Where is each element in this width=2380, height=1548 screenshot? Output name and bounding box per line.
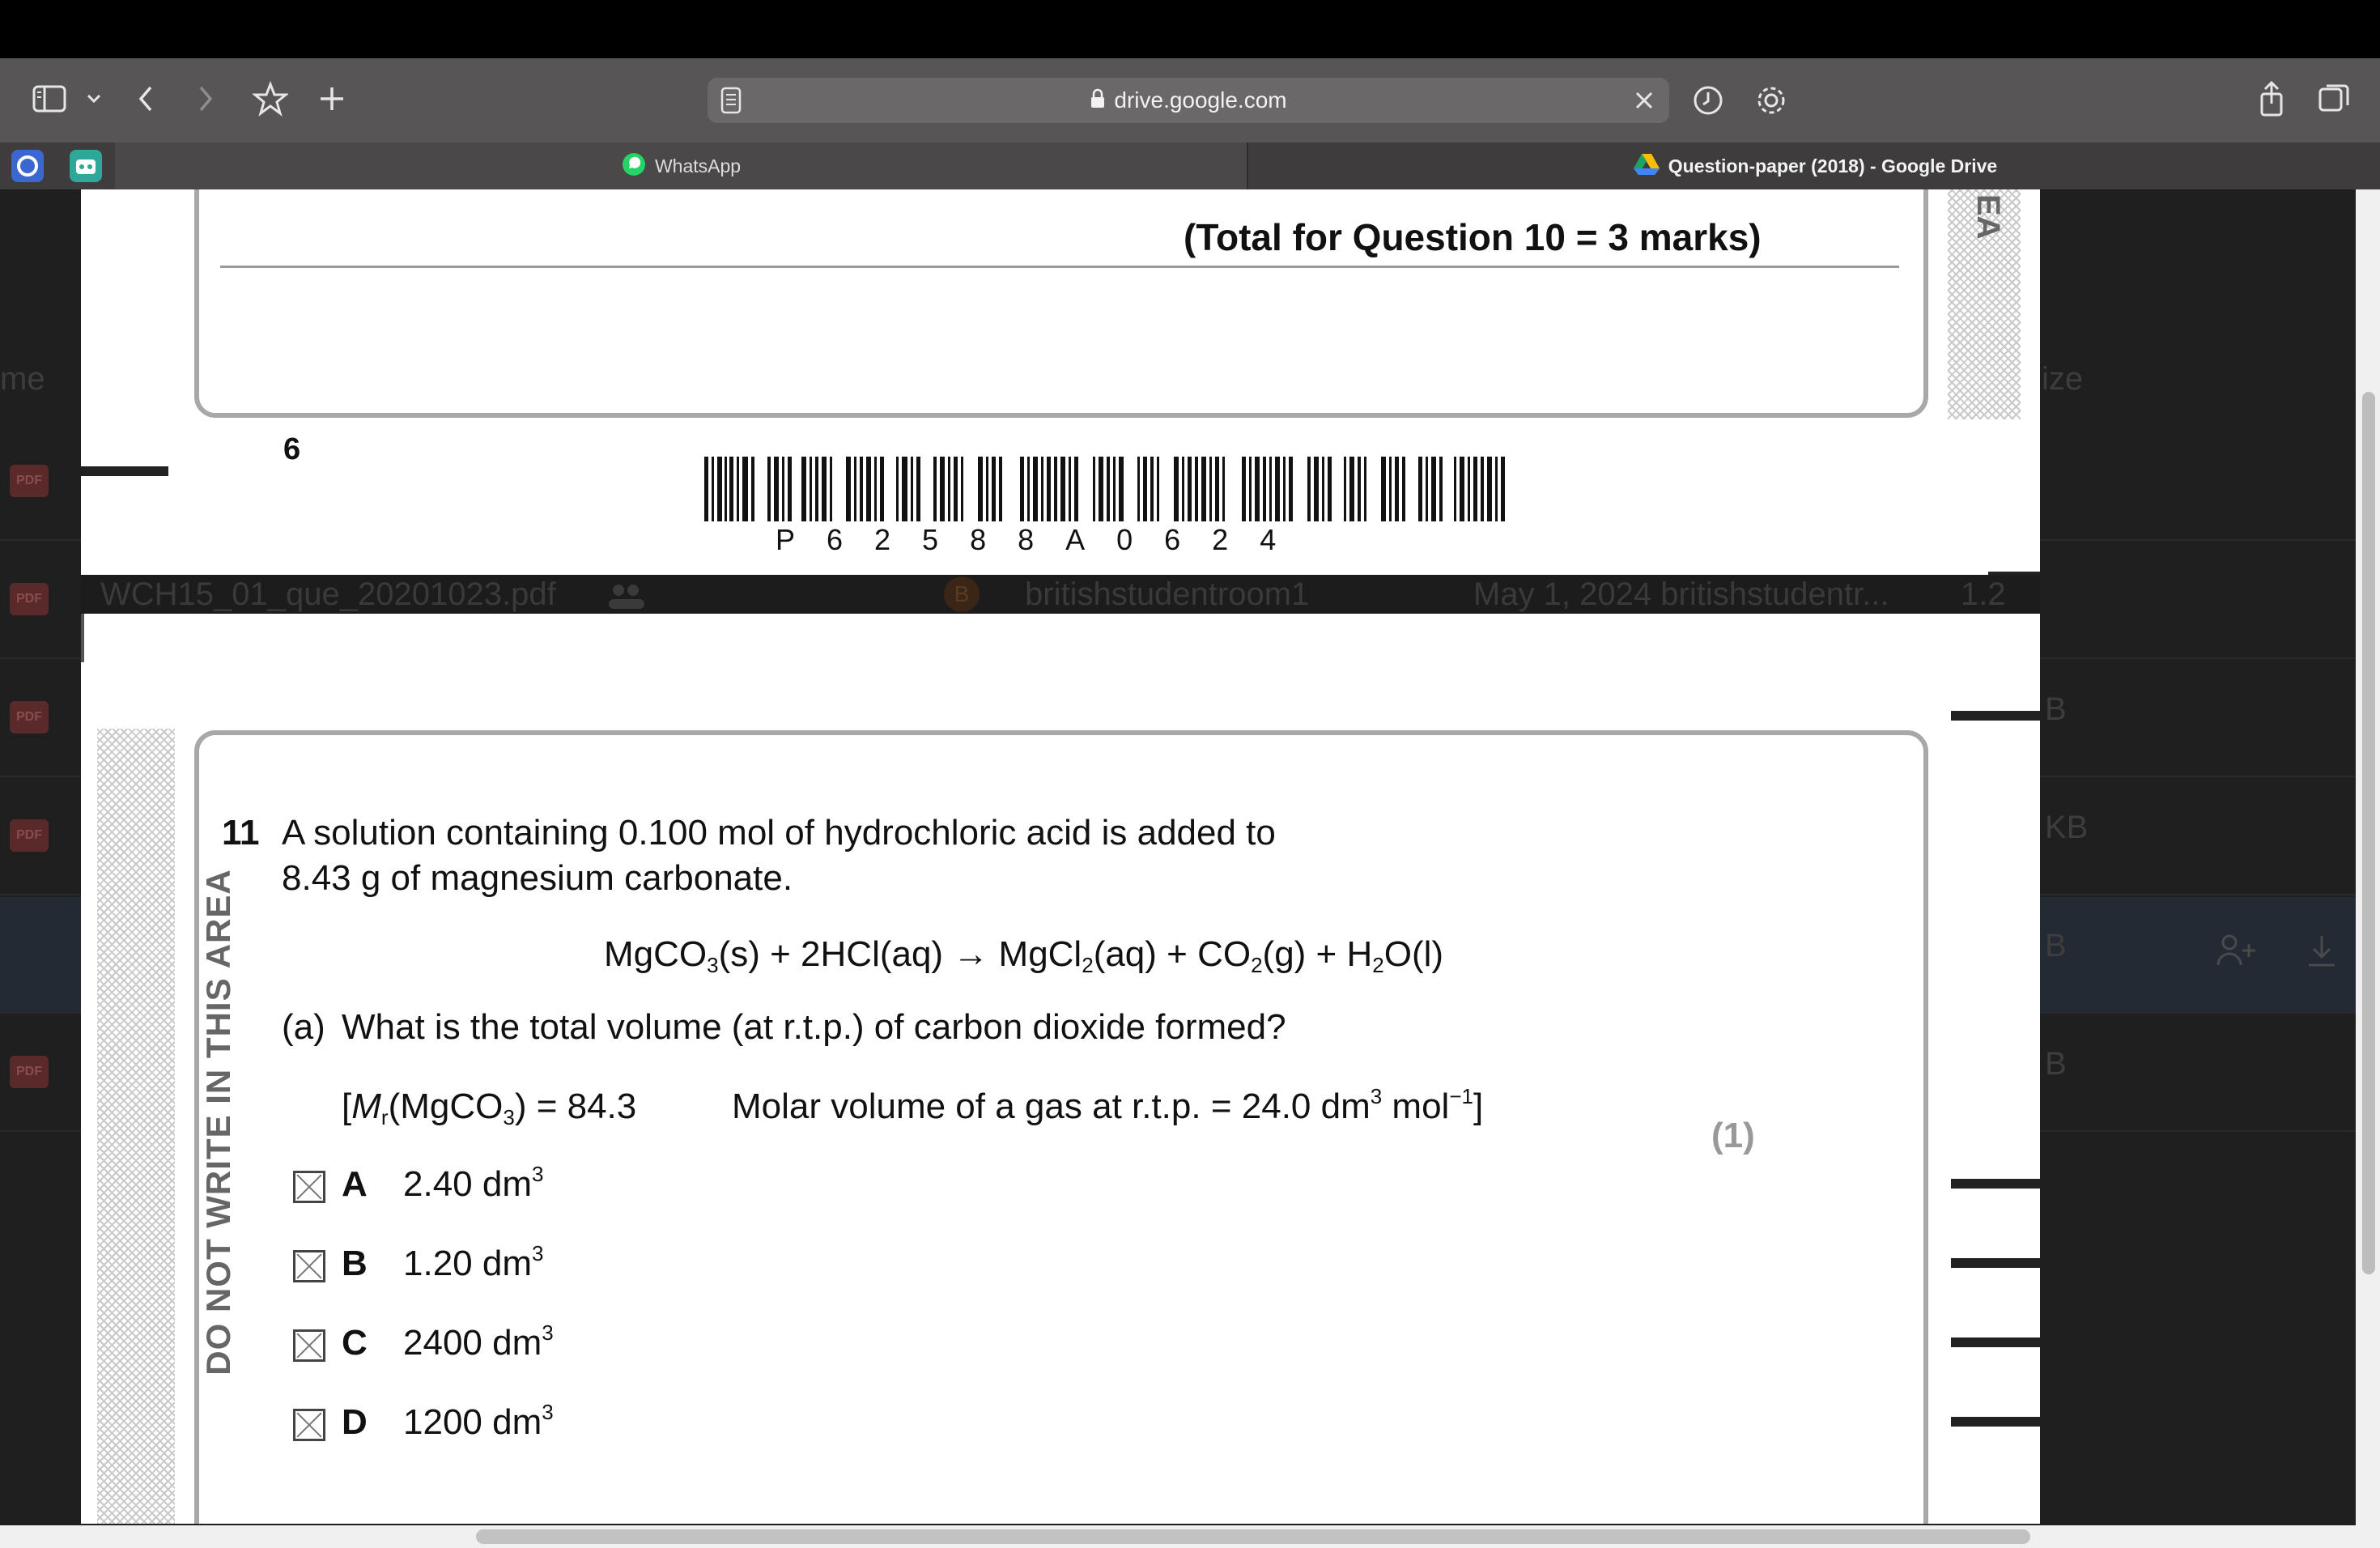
tab-google-drive[interactable]: Question-paper (2018) - Google Drive	[1250, 142, 2380, 189]
sidebar-toggle-icon[interactable]	[32, 83, 66, 115]
tab-bar: WhatsApp Question-paper (2018) - Google …	[0, 142, 2380, 189]
registration-mark	[1951, 1179, 2040, 1189]
option-value: 2400 dm3	[403, 1320, 554, 1363]
pdf-file-icon: PDF	[10, 701, 49, 734]
registration-mark	[1951, 1337, 2040, 1347]
file-size: 1.2 MB	[1961, 576, 2006, 612]
url-text: drive.google.com	[1114, 87, 1287, 113]
browser-toolbar: drive.google.com	[0, 58, 2380, 142]
google-drive-icon	[1633, 147, 1660, 194]
share-user-icon[interactable]	[2215, 933, 2259, 968]
file-size-suffix: B	[2045, 691, 2067, 727]
question-number: 11	[222, 813, 260, 853]
column-header-name: me	[0, 361, 45, 397]
chevron-down-icon[interactable]	[84, 84, 104, 113]
registration-mark	[1988, 521, 2040, 575]
part-a-question: What is the total volume (at r.t.p.) of …	[342, 1007, 1286, 1047]
tab-label: Question-paper (2018) - Google Drive	[1668, 155, 1998, 176]
data-relative-mass: [Mr(MgCO3) = 84.3	[342, 1087, 637, 1129]
barcode-number: P62588A0624	[776, 523, 1308, 556]
bookmark-star-icon[interactable]	[253, 81, 288, 117]
new-tab-plus-icon[interactable]	[316, 83, 348, 115]
drive-file-row[interactable]: WCH15_01_que_20201023.pdf B britishstude…	[81, 575, 2040, 614]
option-value: 1.20 dm3	[403, 1241, 544, 1283]
address-bar[interactable]: drive.google.com	[708, 78, 1669, 123]
close-icon[interactable]	[1630, 86, 1658, 115]
option-letter: D	[342, 1402, 368, 1442]
share-icon[interactable]	[2255, 79, 2288, 118]
part-label: (a)	[282, 1007, 325, 1047]
screen-top-bar	[0, 0, 2380, 58]
answer-line	[220, 266, 1899, 268]
last-modified: May 1, 2024 britishstudentr...	[1473, 576, 1889, 612]
column-header-size: ize	[2042, 361, 2084, 397]
shared-people-icon	[606, 581, 648, 614]
option-checkbox[interactable]	[293, 1250, 325, 1282]
data-molar-volume: Molar volume of a gas at r.t.p. = 24.0 d…	[732, 1084, 1484, 1126]
registration-mark	[1951, 1417, 2040, 1427]
registration-mark	[81, 466, 168, 476]
forward-icon[interactable]	[193, 83, 217, 115]
file-name: WCH15_01_que_20201023.pdf	[100, 576, 556, 612]
registration-mark	[1951, 1258, 2040, 1268]
option-letter: C	[342, 1323, 368, 1363]
option-letter: B	[342, 1244, 368, 1283]
pdf-file-icon: PDF	[10, 583, 49, 615]
url-display[interactable]: drive.google.com	[708, 78, 1669, 123]
download-icon[interactable]	[2304, 933, 2340, 968]
option-value: 2.40 dm3	[403, 1162, 544, 1204]
total-marks-question-10: (Total for Question 10 = 3 marks)	[1184, 216, 1762, 258]
pdf-page-6: (Total for Question 10 = 3 marks) EA 6 P…	[81, 189, 2040, 575]
whatsapp-icon	[621, 147, 647, 194]
file-size-suffix: B	[2045, 928, 2067, 963]
margin-hatch	[97, 729, 175, 1524]
registration-mark	[1951, 711, 2040, 721]
file-size-suffix: B	[2045, 1046, 2067, 1082]
gear-icon[interactable]	[1753, 83, 1789, 118]
option-value: 1200 dm3	[403, 1400, 554, 1442]
option-letter: A	[342, 1164, 368, 1204]
tab-overview-icon[interactable]	[2317, 81, 2352, 117]
option-checkbox[interactable]	[293, 1329, 325, 1362]
lock-icon	[1090, 79, 1106, 125]
tab-whatsapp[interactable]: WhatsApp	[115, 142, 1248, 189]
mark-allocation: (1)	[1711, 1116, 1755, 1155]
question-intro-line-2: 8.43 g of magnesium carbonate.	[282, 858, 793, 898]
owner-avatar: B	[944, 576, 980, 612]
pdf-file-icon: PDF	[10, 1056, 49, 1088]
file-size-suffix: KB	[2045, 810, 2089, 845]
pdf-page-7: DO NOT WRITE IN THIS AREA 11 A solution …	[81, 614, 2040, 1524]
extension-robot-icon[interactable]	[70, 150, 102, 182]
option-checkbox[interactable]	[293, 1409, 325, 1441]
pdf-file-icon: PDF	[10, 819, 49, 852]
barcode	[704, 457, 1505, 521]
margin-label: EA	[1970, 194, 2006, 240]
pdf-file-icon: PDF	[10, 465, 49, 497]
tab-label: WhatsApp	[654, 155, 742, 176]
back-icon[interactable]	[134, 83, 159, 115]
owner-name: britishstudentroom1	[1025, 576, 1310, 612]
page-number: 6	[283, 432, 301, 466]
extension-search-icon[interactable]	[11, 150, 44, 182]
horizontal-scrollbar-thumb[interactable]	[476, 1529, 2030, 1544]
vertical-scrollbar-thumb[interactable]	[2362, 392, 2375, 1274]
chemical-equation: MgCO3(s) + 2HCl(aq) → MgCl2(aq) + CO2(g)…	[604, 934, 1444, 977]
history-clock-icon[interactable]	[1692, 83, 1724, 118]
question-intro-line-1: A solution containing 0.100 mol of hydro…	[282, 813, 1276, 853]
option-checkbox[interactable]	[293, 1171, 325, 1203]
